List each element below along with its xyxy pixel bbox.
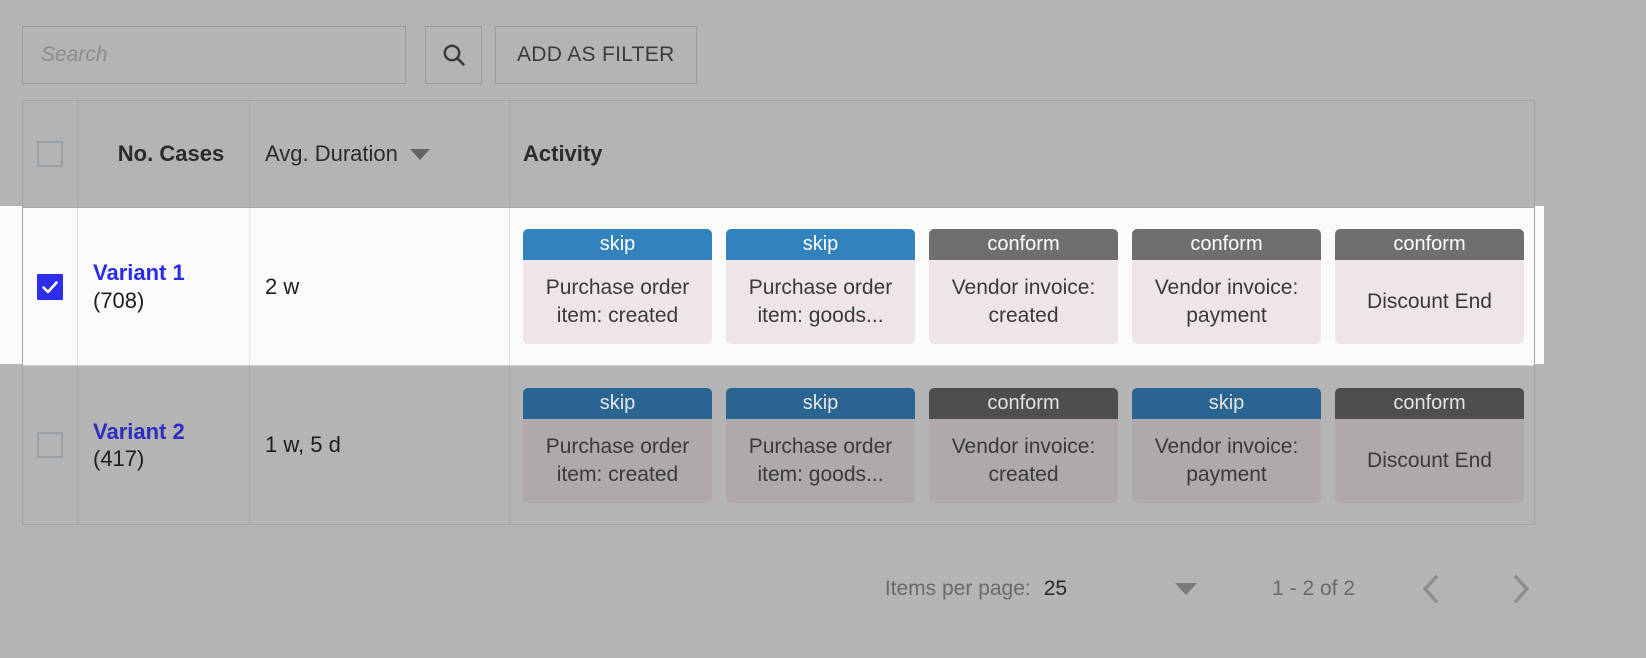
activity-chip-name: Vendor invoice: payment (1132, 260, 1321, 344)
header-no-cases-label: No. Cases (117, 141, 225, 166)
activity-chip-status: conform (1335, 229, 1524, 260)
table-header-row: No. Cases Avg. Duration Activity (23, 101, 1534, 208)
activity-chip[interactable]: conform Vendor invoice: created (929, 229, 1118, 344)
row-duration-cell: 1 w, 5 d (249, 366, 509, 524)
select-all-checkbox[interactable] (37, 141, 63, 167)
variant-case-count: (417) (93, 446, 145, 471)
previous-page-button[interactable] (1417, 572, 1445, 606)
selected-row-bleed-right (1534, 206, 1544, 364)
activity-chip[interactable]: conform Discount End (1335, 387, 1524, 503)
activity-chip-name: Discount End (1335, 260, 1524, 344)
activity-chip-status: skip (726, 387, 915, 419)
activity-chip[interactable]: skip Purchase order item: goods... (726, 387, 915, 503)
row-activity-cell: skip Purchase order item: created skip P… (509, 366, 1534, 524)
paginator: Items per page: 25 1 - 2 of 2 (22, 558, 1535, 620)
activity-chip-name: Purchase order item: goods... (726, 260, 915, 344)
row-cases-cell: Variant 2 (417) (77, 366, 249, 524)
search-icon (440, 41, 468, 69)
header-avg-duration-label: Avg. Duration (265, 141, 398, 166)
row-cases-cell: Variant 1 (708) (77, 208, 249, 365)
activity-chip-name: Purchase order item: goods... (726, 418, 915, 503)
activity-chip-name: Vendor invoice: created (929, 260, 1118, 344)
activity-chip-status: skip (523, 229, 712, 260)
activity-chip-name: Vendor invoice: created (929, 418, 1118, 503)
activity-chip[interactable]: conform Vendor invoice: payment (1132, 229, 1321, 344)
row-checkbox[interactable] (37, 273, 63, 300)
search-input[interactable] (22, 26, 406, 84)
header-no-cases[interactable]: No. Cases (77, 101, 249, 207)
search-toolbar: ADD AS FILTER (22, 26, 697, 84)
header-avg-duration[interactable]: Avg. Duration (249, 101, 509, 207)
activity-chip[interactable]: skip Vendor invoice: payment (1132, 387, 1321, 503)
avg-duration-value: 1 w, 5 d (265, 432, 341, 457)
header-activity[interactable]: Activity (509, 101, 1534, 207)
items-per-page-value[interactable]: 25 (1044, 577, 1067, 601)
selected-row-bleed-left (0, 206, 23, 364)
activity-chip-list: skip Purchase order item: created skip P… (523, 229, 1524, 344)
activity-chip[interactable]: conform Vendor invoice: created (929, 387, 1118, 503)
page-range-label: 1 - 2 of 2 (1272, 577, 1355, 600)
add-as-filter-button[interactable]: ADD AS FILTER (495, 26, 697, 84)
chevron-right-icon (1510, 573, 1532, 605)
activity-chip-name: Discount End (1335, 418, 1524, 503)
activity-chip-list: skip Purchase order item: created skip P… (523, 387, 1524, 503)
variants-table: No. Cases Avg. Duration Activity Variant… (22, 100, 1535, 525)
activity-chip-status: skip (1132, 387, 1321, 419)
row-activity-cell: skip Purchase order item: created skip P… (509, 208, 1534, 365)
sort-descending-caret-icon[interactable] (409, 148, 430, 160)
activity-chip-name: Vendor invoice: payment (1132, 418, 1321, 503)
row-select-cell (23, 366, 77, 524)
header-activity-label: Activity (523, 141, 603, 166)
activity-chip[interactable]: skip Purchase order item: created (523, 387, 712, 503)
row-select-cell (23, 208, 77, 365)
variant-link[interactable]: Variant 1 (93, 259, 185, 287)
items-per-page-label: Items per page: (884, 577, 1031, 600)
chevron-down-icon[interactable] (1175, 583, 1198, 595)
activity-chip-status: conform (1132, 229, 1321, 260)
activity-chip[interactable]: skip Purchase order item: goods... (726, 229, 915, 344)
activity-chip-status: skip (726, 229, 915, 260)
activity-chip-status: conform (929, 229, 1118, 260)
table-row[interactable]: Variant 2 (417) 1 w, 5 d skip Purchase o… (23, 366, 1534, 524)
activity-chip-status: conform (929, 387, 1118, 419)
activity-chip[interactable]: conform Discount End (1335, 229, 1524, 344)
activity-chip[interactable]: skip Purchase order item: created (523, 229, 712, 344)
variant-case-count: (708) (93, 287, 145, 313)
variant-link[interactable]: Variant 2 (93, 418, 185, 446)
avg-duration-value: 2 w (265, 273, 300, 299)
row-checkbox[interactable] (37, 432, 63, 458)
row-duration-cell: 2 w (249, 208, 509, 365)
activity-chip-name: Purchase order item: created (523, 260, 712, 344)
chevron-left-icon (1420, 573, 1442, 605)
next-page-button[interactable] (1507, 572, 1535, 606)
select-all-cell (23, 101, 77, 207)
activity-chip-name: Purchase order item: created (523, 418, 712, 503)
search-button[interactable] (425, 26, 482, 84)
activity-chip-status: skip (523, 387, 712, 419)
activity-chip-status: conform (1335, 387, 1524, 419)
table-row[interactable]: Variant 1 (708) 2 w skip Purchase order … (23, 208, 1534, 366)
